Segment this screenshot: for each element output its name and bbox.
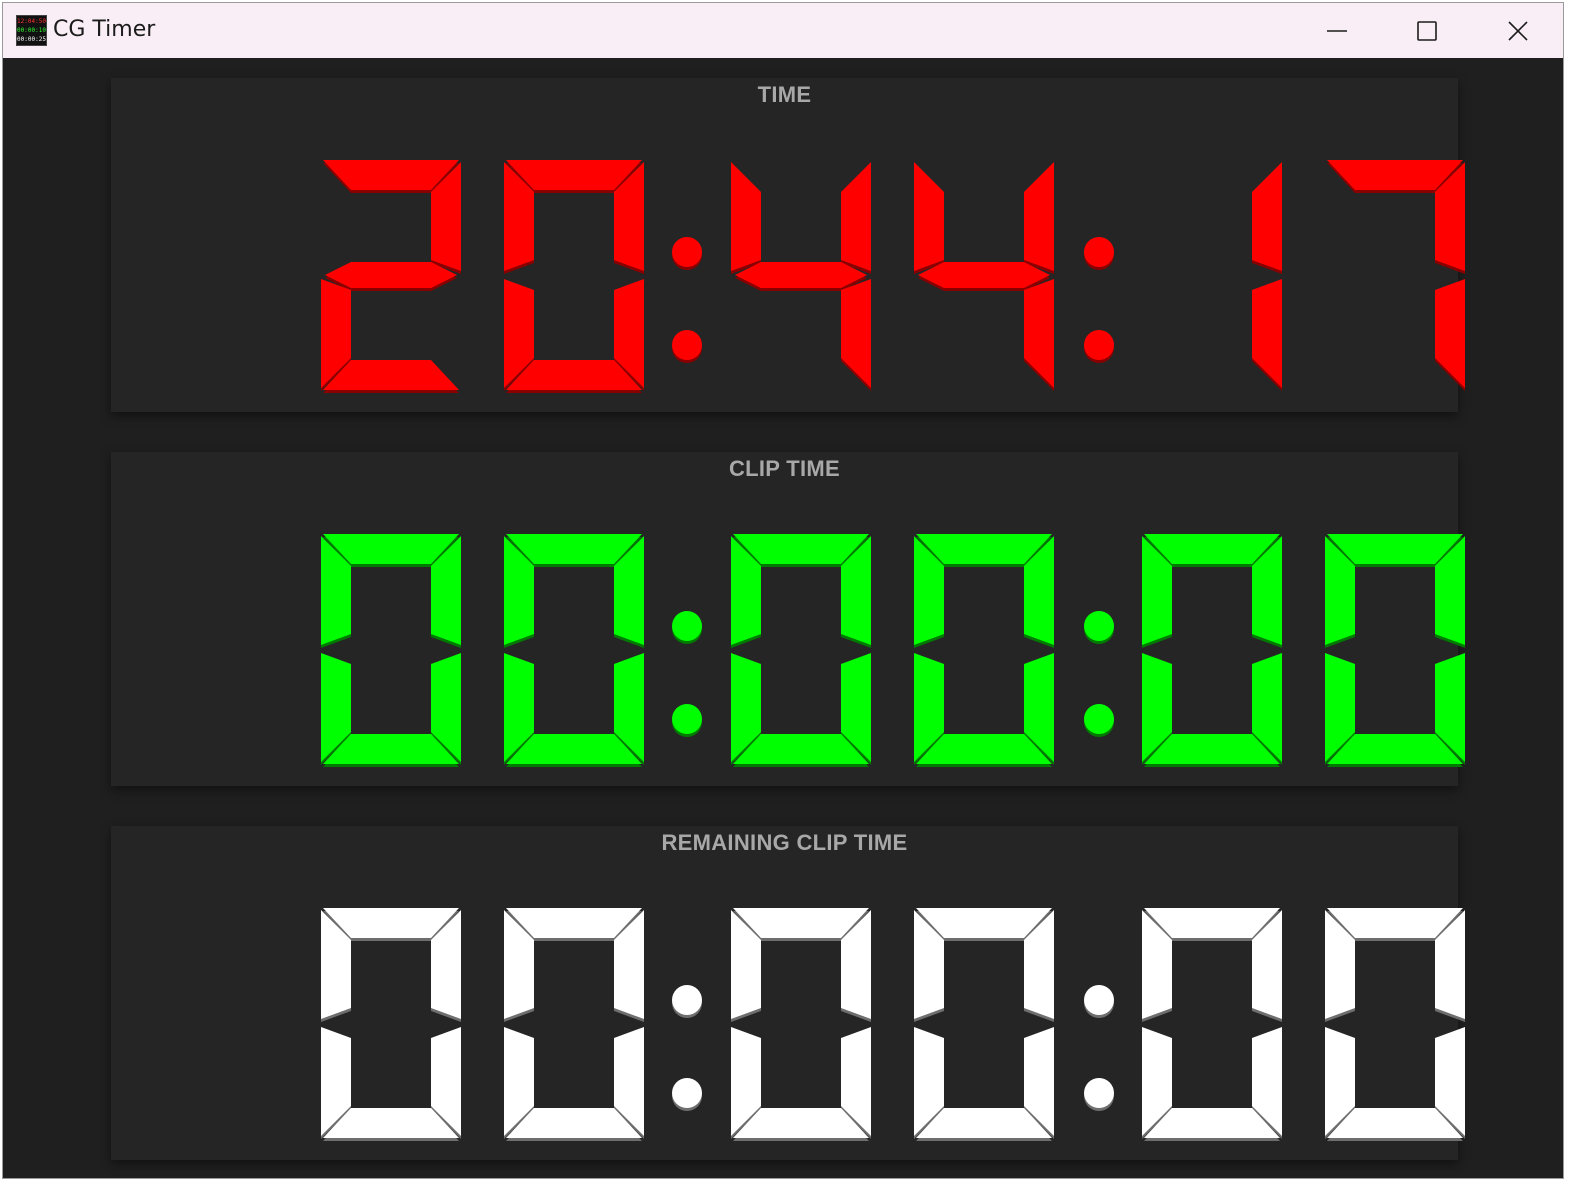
digit bbox=[914, 908, 1054, 1141]
segment-c bbox=[1435, 279, 1465, 388]
digit bbox=[504, 160, 644, 393]
colon-dot bbox=[1084, 330, 1114, 360]
colon-dot bbox=[672, 1078, 702, 1108]
digit bbox=[321, 160, 461, 393]
minimize-icon bbox=[1327, 29, 1347, 32]
app-icon: 12:04:50 00:00:10 00:00:25 bbox=[16, 15, 47, 46]
colon-dot bbox=[1084, 985, 1114, 1015]
app-icon-line: 00:00:25 bbox=[17, 36, 46, 43]
digit bbox=[1325, 534, 1465, 767]
colon-dot bbox=[672, 985, 702, 1015]
time-display bbox=[321, 160, 1465, 393]
digit bbox=[731, 908, 871, 1141]
digit bbox=[321, 908, 461, 1141]
close-icon bbox=[1508, 20, 1528, 41]
segment-f bbox=[914, 162, 944, 271]
maximize-icon bbox=[1417, 20, 1437, 41]
remaining-clip-time-display bbox=[321, 908, 1465, 1141]
title-bar[interactable]: 12:04:50 00:00:10 00:00:25 CG Timer bbox=[3, 3, 1563, 58]
digit bbox=[1327, 160, 1465, 391]
segment-c bbox=[1252, 279, 1282, 388]
segment-c bbox=[1024, 279, 1054, 388]
segment-g bbox=[918, 262, 1050, 288]
maximize-button[interactable] bbox=[1382, 3, 1472, 58]
digit bbox=[1142, 534, 1282, 767]
window-title: CG Timer bbox=[53, 17, 156, 42]
digit bbox=[731, 162, 871, 391]
digit bbox=[504, 534, 644, 767]
digit bbox=[914, 534, 1054, 767]
app-icon-line: 12:04:50 bbox=[17, 18, 46, 25]
colon-dot bbox=[1084, 1078, 1114, 1108]
segment-b bbox=[1024, 162, 1054, 271]
digit bbox=[1252, 162, 1282, 391]
segment-g bbox=[325, 262, 457, 288]
clip-time-display bbox=[321, 534, 1465, 767]
colon-dot bbox=[672, 611, 702, 641]
clip-time-panel: CLIP TIME bbox=[111, 452, 1465, 786]
digit bbox=[1142, 908, 1282, 1141]
colon-dot bbox=[672, 330, 702, 360]
app-icon-line: 00:00:10 bbox=[17, 27, 46, 34]
minimize-button[interactable] bbox=[1292, 3, 1382, 58]
digit bbox=[731, 534, 871, 767]
app-window: 12:04:50 00:00:10 00:00:25 CG Timer TIME bbox=[2, 2, 1564, 1179]
colon-dot bbox=[1084, 611, 1114, 641]
segment-g bbox=[735, 262, 867, 288]
segment-f bbox=[731, 162, 761, 271]
digit bbox=[504, 908, 644, 1141]
digit bbox=[321, 534, 461, 767]
remaining-clip-time-panel: REMAINING CLIP TIME bbox=[111, 826, 1465, 1160]
segment-c bbox=[841, 279, 871, 388]
segment-b bbox=[841, 162, 871, 271]
time-panel: TIME bbox=[111, 78, 1465, 412]
close-button[interactable] bbox=[1473, 3, 1563, 58]
colon-dot bbox=[672, 704, 702, 734]
colon-dot bbox=[1084, 237, 1114, 267]
clock-area: TIME CLIP TIME REMAINING CLIP TIME bbox=[3, 58, 1563, 1178]
segment-b bbox=[1252, 162, 1282, 271]
colon-dot bbox=[1084, 704, 1114, 734]
colon-dot bbox=[672, 237, 702, 267]
digit bbox=[1325, 908, 1465, 1141]
digit bbox=[914, 162, 1054, 391]
